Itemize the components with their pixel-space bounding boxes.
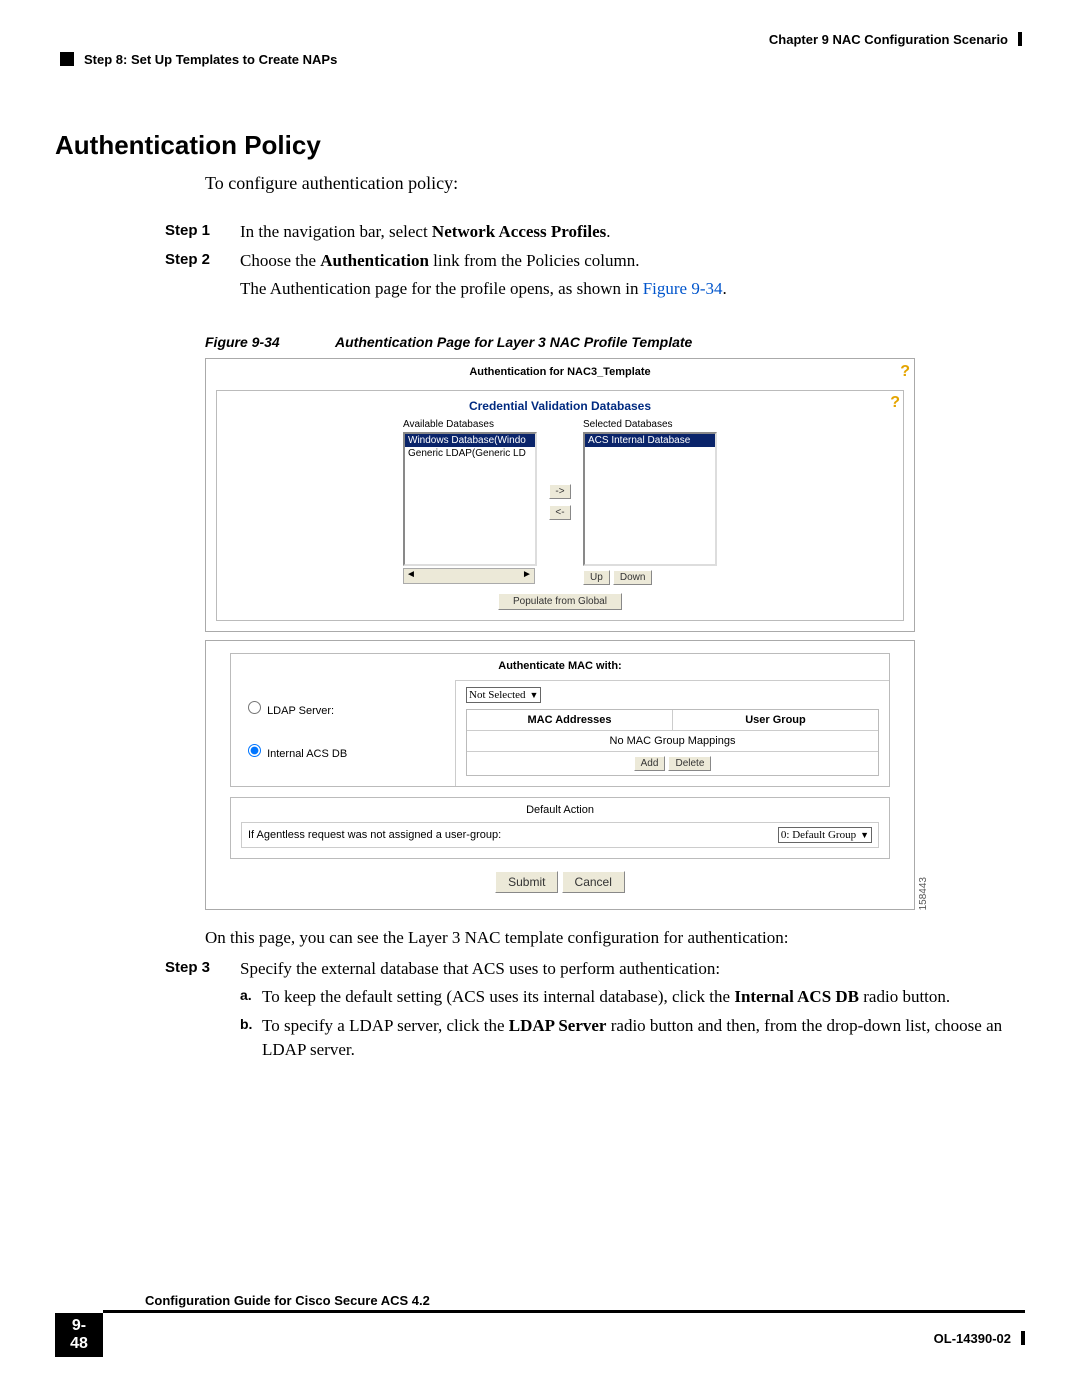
after-figure-text: On this page, you can see the Layer 3 NA… (205, 926, 1025, 951)
intro-text: To configure authentication policy: (205, 173, 1025, 194)
populate-button[interactable]: Populate from Global (498, 593, 622, 610)
figure-wrapper: 158443 ? Authentication for NAC3_Templat… (205, 358, 915, 910)
default-group-select[interactable]: 0: Default Group▼ (778, 827, 872, 843)
footer-docid: OL-14390-02 (934, 1325, 1025, 1346)
header-step: Step 8: Set Up Templates to Create NAPs (60, 52, 337, 67)
internal-radio[interactable]: Internal ACS DB (243, 741, 443, 767)
cancel-button[interactable]: Cancel (562, 871, 625, 893)
figure-caption: Figure 9-34Authentication Page for Layer… (205, 334, 1025, 350)
step2-label: Step 2 (165, 249, 240, 274)
move-down-button[interactable]: Down (613, 570, 653, 585)
sub-a-label: a. (240, 985, 262, 1010)
move-right-button[interactable]: -> (549, 484, 571, 499)
col-mac: MAC Addresses (467, 710, 672, 730)
page-number: 9-48 (55, 1313, 103, 1357)
move-left-button[interactable]: <- (549, 505, 571, 520)
cred-title: Credential Validation Databases (225, 397, 895, 419)
col-group: User Group (672, 710, 878, 730)
list-item[interactable]: Generic LDAP(Generic LD (405, 447, 535, 460)
chevron-down-icon: ▼ (530, 690, 539, 700)
default-action-title: Default Action (241, 804, 879, 822)
step3-label: Step 3 (165, 957, 240, 982)
step2-text: Choose the Authentication link from the … (240, 249, 1025, 274)
submit-button[interactable]: Submit (495, 871, 558, 893)
step3-text: Specify the external database that ACS u… (240, 957, 1025, 982)
mac-title: Authenticate MAC with: (231, 654, 889, 680)
add-button[interactable]: Add (634, 756, 666, 771)
step2-followup: The Authentication page for the profile … (240, 277, 1025, 302)
figure-link[interactable]: Figure 9-34 (643, 279, 723, 298)
selected-label: Selected Databases (583, 419, 673, 430)
sub-b-text: To specify a LDAP server, click the LDAP… (262, 1014, 1025, 1063)
sub-b-label: b. (240, 1014, 262, 1063)
step1-text: In the navigation bar, select Network Ac… (240, 220, 1025, 245)
figure-id: 158443 (918, 877, 929, 910)
footer-bar-icon (1021, 1331, 1025, 1345)
list-item[interactable]: ACS Internal Database (585, 434, 715, 447)
panel1-title: Authentication for NAC3_Template (206, 359, 914, 384)
help-icon[interactable]: ? (890, 394, 900, 412)
default-action-label: If Agentless request was not assigned a … (248, 829, 778, 841)
ldap-select[interactable]: Not Selected▼ (466, 687, 541, 703)
footer-guide-title: Configuration Guide for Cisco Secure ACS… (145, 1293, 1025, 1308)
h-scrollbar[interactable]: ◄► (403, 568, 535, 584)
selected-databases-list[interactable]: ACS Internal Database (583, 432, 717, 566)
chevron-down-icon: ▼ (860, 830, 869, 840)
list-item[interactable]: Windows Database(Windo (405, 434, 535, 447)
available-label: Available Databases (403, 419, 494, 430)
sub-a-text: To keep the default setting (ACS uses it… (262, 985, 1025, 1010)
move-up-button[interactable]: Up (583, 570, 610, 585)
delete-button[interactable]: Delete (668, 756, 711, 771)
ldap-radio[interactable]: LDAP Server: (243, 698, 443, 724)
header-chapter: Chapter 9 NAC Configuration Scenario (769, 32, 1022, 47)
header-square-icon (60, 52, 74, 66)
step1-label: Step 1 (165, 220, 240, 245)
header-bar-icon (1018, 32, 1022, 46)
page-footer: Configuration Guide for Cisco Secure ACS… (55, 1293, 1025, 1357)
section-heading: Authentication Policy (55, 130, 1025, 161)
help-icon[interactable]: ? (900, 363, 910, 381)
available-databases-list[interactable]: Windows Database(Windo Generic LDAP(Gene… (403, 432, 537, 566)
no-mappings-row: No MAC Group Mappings (467, 730, 878, 751)
